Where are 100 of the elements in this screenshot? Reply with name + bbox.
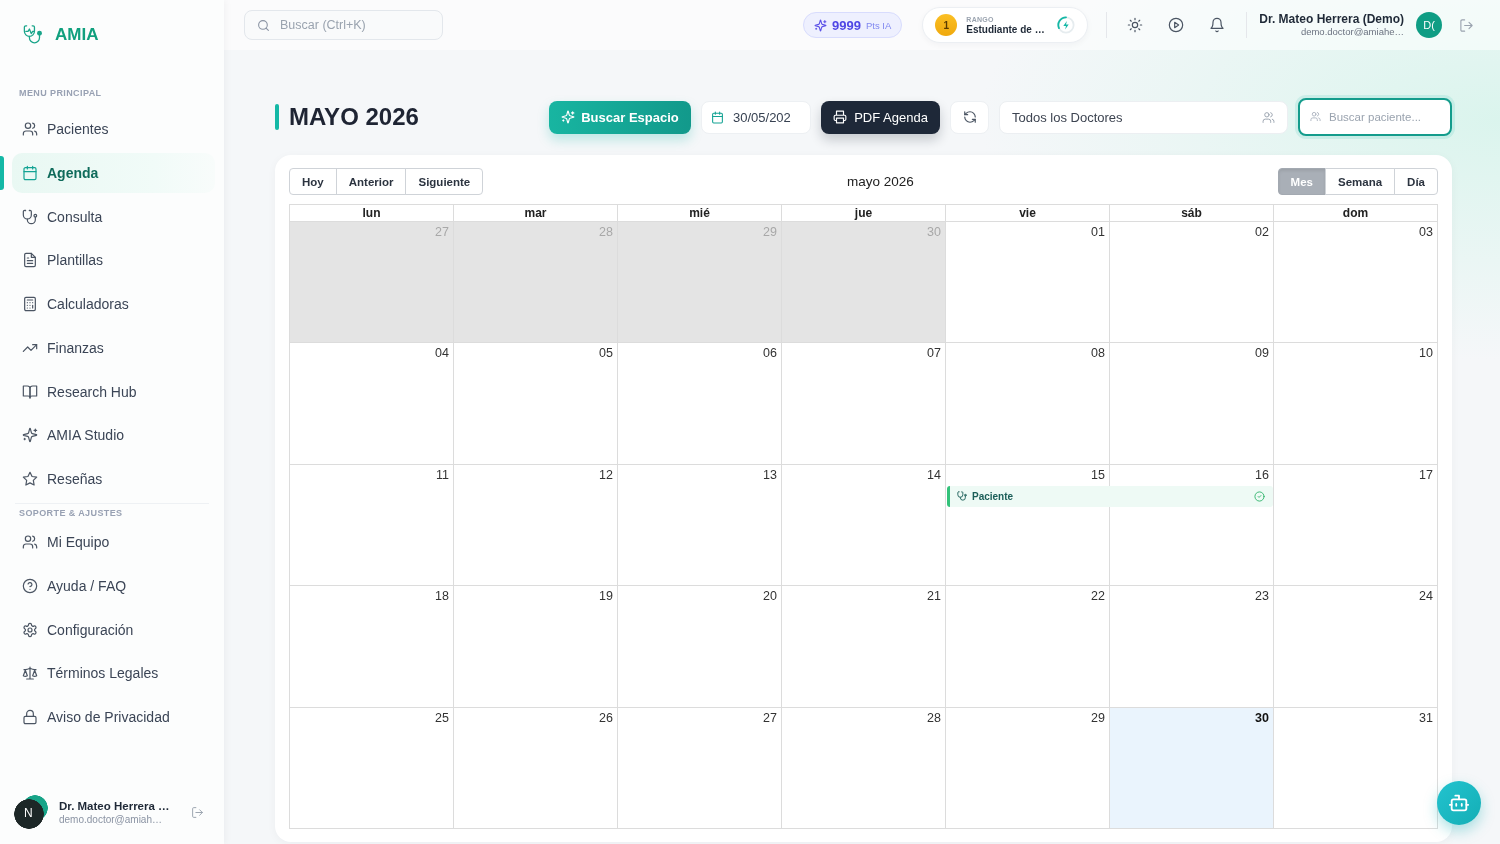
- play-icon[interactable]: [1168, 17, 1185, 33]
- doctor-select[interactable]: Todos los Doctores: [999, 100, 1288, 134]
- calendar-icon: [711, 110, 724, 124]
- lightning-ring-icon: [1057, 16, 1076, 34]
- day-number: 16: [1255, 467, 1269, 483]
- sidebar-item[interactable]: Agenda: [12, 152, 215, 193]
- view-tab[interactable]: Semana: [1324, 168, 1396, 195]
- day-number: 29: [763, 225, 777, 240]
- logout-icon[interactable]: [191, 805, 204, 819]
- active-indicator: [0, 155, 4, 190]
- title-accent-bar: [275, 104, 279, 130]
- sidebar-item[interactable]: Finanzas: [12, 327, 215, 368]
- day-number: 26: [599, 710, 613, 726]
- day-number: 29: [1091, 710, 1105, 726]
- today-button[interactable]: Hoy: [289, 168, 337, 195]
- search-icon: [257, 19, 270, 32]
- star-icon: [22, 471, 38, 487]
- weekday-header: vie: [946, 205, 1110, 222]
- sidebar-item[interactable]: Research Hub: [12, 371, 215, 412]
- sidebar-item[interactable]: AMIA Studio: [12, 415, 215, 456]
- rank-title: Estudiante de …: [966, 23, 1045, 36]
- user-email: demo.doctor@amiahe…: [1300, 26, 1404, 38]
- logout-icon[interactable]: [1459, 17, 1474, 33]
- day-number: 28: [927, 710, 941, 726]
- calendar-title: mayo 2026: [847, 174, 914, 189]
- weekday-header: sáb: [1110, 205, 1274, 222]
- sun-icon[interactable]: [1127, 17, 1144, 33]
- bell-icon[interactable]: [1209, 17, 1226, 33]
- user-avatar: N: [14, 795, 48, 829]
- appointment-event[interactable]: Paciente: [947, 485, 1273, 507]
- previous-button[interactable]: Anterior: [335, 168, 407, 195]
- users-icon: [1262, 110, 1275, 124]
- next-button[interactable]: Siguiente: [405, 168, 484, 195]
- sidebar-item[interactable]: Mi Equipo: [12, 522, 215, 562]
- page-title: MAYO 2026: [289, 103, 419, 131]
- weekday-header: dom: [1274, 205, 1438, 222]
- calculator-icon: [22, 296, 38, 312]
- day-number: 12: [599, 467, 613, 483]
- sidebar-item[interactable]: Plantillas: [12, 240, 215, 281]
- calendar-icon: [22, 164, 38, 181]
- day-number: 28: [599, 225, 613, 240]
- users-icon: [22, 121, 38, 137]
- view-tab[interactable]: Día: [1394, 168, 1438, 195]
- day-number: 06: [763, 346, 777, 362]
- sidebar-item[interactable]: Calculadoras: [12, 284, 215, 324]
- refresh-button[interactable]: [950, 100, 989, 134]
- day-number: 07: [927, 346, 941, 362]
- patient-search-field[interactable]: Buscar paciente...: [1298, 98, 1452, 136]
- day-number: 30: [1255, 710, 1269, 726]
- scale-icon: [22, 665, 38, 682]
- day-number: 24: [1419, 589, 1433, 605]
- sidebar-item[interactable]: Términos Legales: [12, 653, 215, 694]
- day-number: 23: [1255, 589, 1269, 605]
- printer-icon: [833, 110, 848, 124]
- sidebar-item[interactable]: Pacientes: [12, 109, 215, 149]
- refresh-icon: [962, 110, 977, 124]
- search-field[interactable]: Buscar (Ctrl+K): [244, 10, 443, 40]
- event-title: Paciente: [972, 490, 1014, 502]
- stethoscope-icon: [957, 491, 967, 502]
- users-icon: [22, 534, 38, 550]
- robot-icon: [1448, 792, 1470, 814]
- sidebar-item[interactable]: Consulta: [12, 196, 215, 237]
- day-number: 14: [927, 467, 941, 483]
- rank-medal: 1: [935, 14, 958, 36]
- points-badge[interactable]: 9999 Pts IA: [803, 12, 903, 38]
- sidebar-item[interactable]: Reseñas: [12, 459, 215, 499]
- day-number: 08: [1091, 346, 1105, 362]
- day-number: 22: [1091, 589, 1105, 605]
- user-name: Dr. Mateo Herrera …: [59, 798, 171, 813]
- sparkles-icon: [814, 18, 827, 32]
- sparkles-icon: [561, 110, 576, 124]
- sidebar-item[interactable]: Ayuda / FAQ: [12, 565, 215, 606]
- user-email: demo.doctor@amiah…: [59, 812, 163, 826]
- book-icon: [22, 383, 38, 400]
- day-number: 05: [599, 346, 613, 362]
- pdf-button[interactable]: PDF Agenda: [821, 100, 940, 134]
- day-number: 30: [927, 225, 941, 240]
- sidebar-item[interactable]: Aviso de Privacidad: [12, 697, 215, 737]
- day-number: 01: [1091, 225, 1105, 240]
- user-name: Dr. Mateo Herrera (Demo): [1259, 12, 1404, 26]
- stethoscope-icon: [22, 208, 38, 225]
- day-number: 18: [435, 589, 449, 605]
- day-number: 25: [435, 710, 449, 726]
- points-value: 9999: [832, 17, 861, 33]
- day-number: 02: [1255, 225, 1269, 240]
- day-number: 04: [435, 346, 449, 362]
- date-field[interactable]: 30/05/202: [701, 100, 811, 134]
- sidebar-item[interactable]: Configuración: [12, 609, 215, 650]
- logo-text: AMIA: [55, 25, 99, 45]
- day-number: 13: [763, 467, 777, 483]
- day-number: 15: [1091, 467, 1105, 483]
- section-title: MENU PRINCIPAL: [19, 88, 103, 99]
- day-number: 27: [435, 225, 449, 240]
- help-icon: [22, 577, 38, 594]
- day-number: 10: [1419, 346, 1433, 362]
- day-number: 31: [1419, 710, 1433, 726]
- day-number: 27: [763, 710, 777, 726]
- day-number: 21: [927, 589, 941, 605]
- settings-icon: [22, 621, 38, 638]
- section-title: SOPORTE & AJUSTES: [19, 508, 124, 519]
